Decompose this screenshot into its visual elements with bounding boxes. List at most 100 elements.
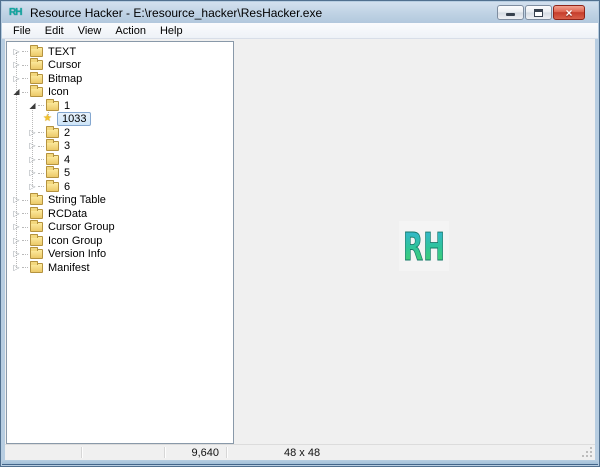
close-icon: × — [565, 7, 572, 19]
icon-preview: RH — [399, 221, 449, 271]
folder-icon — [30, 236, 43, 246]
title-bar[interactable]: RH Resource Hacker - E:\resource_hacker\… — [2, 2, 598, 23]
tree-item-label: Bitmap — [48, 73, 82, 85]
menu-edit[interactable]: Edit — [38, 24, 71, 38]
tree-item-label: TEXT — [48, 46, 76, 58]
expand-icon[interactable]: ▷ — [27, 182, 38, 192]
menu-help[interactable]: Help — [153, 24, 190, 38]
folder-icon — [30, 87, 43, 97]
folder-icon — [30, 74, 43, 84]
tree-item-icon-1-1033[interactable]: ★1033 — [7, 113, 233, 127]
connector — [22, 78, 28, 79]
connector — [38, 146, 44, 147]
menu-action[interactable]: Action — [108, 24, 153, 38]
status-divider — [226, 447, 227, 458]
star-icon: ★ — [43, 114, 56, 124]
tree-item-manifest[interactable]: ▷ Manifest — [7, 261, 233, 275]
menu-bar: File Edit View Action Help — [2, 23, 598, 39]
connector — [22, 227, 28, 228]
tree-item-text[interactable]: ▷ TEXT — [7, 45, 233, 59]
tree-item-icon-4[interactable]: ▷4 — [7, 153, 233, 167]
connector — [38, 173, 44, 174]
tree-item-label: RCData — [48, 208, 87, 220]
tree-item-label: 3 — [64, 140, 70, 152]
expand-icon[interactable]: ▷ — [27, 128, 38, 138]
tree-item-string-table[interactable]: ▷String Table — [7, 194, 233, 208]
rh-letters: RH — [403, 225, 445, 269]
tree-item-label: Icon Group — [48, 235, 102, 247]
folder-icon — [46, 128, 59, 138]
window-controls: × — [497, 5, 585, 20]
connector — [22, 254, 28, 255]
rh-icon-image: RH — [399, 221, 449, 271]
resource-hacker-window: RH Resource Hacker - E:\resource_hacker\… — [0, 0, 600, 467]
tree-item-icon-3[interactable]: ▷3 — [7, 140, 233, 154]
tree-item-label: Icon — [48, 86, 69, 98]
folder-icon — [46, 168, 59, 178]
tree-item-icon[interactable]: ◢ Icon — [7, 86, 233, 100]
resource-tree-panel: ▷ TEXT ▷ Cursor ▷ Bitmap ◢ Icon ◢1 ★1033 — [6, 41, 234, 444]
connector — [22, 267, 28, 268]
resource-size: 9,640 — [165, 447, 219, 459]
connector — [38, 159, 44, 160]
folder-icon — [46, 182, 59, 192]
connector — [38, 186, 44, 187]
expand-icon[interactable]: ▷ — [11, 222, 22, 232]
expand-icon[interactable]: ▷ — [11, 60, 22, 70]
folder-icon — [46, 101, 59, 111]
collapse-icon[interactable]: ◢ — [11, 87, 22, 97]
tree-item-label: 6 — [64, 181, 70, 193]
folder-icon — [30, 263, 43, 273]
close-button[interactable]: × — [553, 5, 585, 20]
maximize-button[interactable] — [525, 5, 552, 20]
tree-item-version-info[interactable]: ▷Version Info — [7, 248, 233, 262]
tree-item-bitmap[interactable]: ▷ Bitmap — [7, 72, 233, 86]
expand-icon[interactable]: ▷ — [27, 155, 38, 165]
tree-item-icon-group[interactable]: ▷ Icon Group — [7, 234, 233, 248]
folder-icon — [30, 195, 43, 205]
tree-item-icon-1[interactable]: ◢1 — [7, 99, 233, 113]
maximize-icon — [534, 9, 543, 17]
resource-tree: ▷ TEXT ▷ Cursor ▷ Bitmap ◢ Icon ◢1 ★1033 — [7, 42, 233, 275]
tree-item-label: Cursor — [48, 59, 81, 71]
status-divider — [81, 447, 82, 458]
collapse-icon[interactable]: ◢ — [27, 101, 38, 111]
tree-item-icon-2[interactable]: ▷2 — [7, 126, 233, 140]
expand-icon[interactable]: ▷ — [11, 195, 22, 205]
menu-view[interactable]: View — [71, 24, 109, 38]
expand-icon[interactable]: ▷ — [11, 74, 22, 84]
expand-icon[interactable]: ▷ — [11, 263, 22, 273]
status-bar: 9,640 48 x 48 — [5, 444, 595, 460]
expand-icon[interactable]: ▷ — [11, 47, 22, 57]
expand-icon[interactable]: ▷ — [11, 209, 22, 219]
connector — [22, 65, 28, 66]
window-border — [2, 460, 598, 465]
tree-item-rcdata[interactable]: ▷ RCData — [7, 207, 233, 221]
app-icon: RH — [9, 6, 25, 20]
tree-item-label: Cursor Group — [48, 221, 115, 233]
folder-icon — [30, 222, 43, 232]
content-area: ▷ TEXT ▷ Cursor ▷ Bitmap ◢ Icon ◢1 ★1033 — [5, 39, 595, 444]
folder-icon — [30, 47, 43, 57]
tree-item-label: 4 — [64, 154, 70, 166]
menu-file[interactable]: File — [6, 24, 38, 38]
minimize-button[interactable] — [497, 5, 524, 20]
expand-icon[interactable]: ▷ — [11, 249, 22, 259]
connector — [22, 51, 28, 52]
tree-item-cursor-group[interactable]: ▷ Cursor Group — [7, 221, 233, 235]
tree-item-label: 5 — [64, 167, 70, 179]
folder-icon — [30, 60, 43, 70]
tree-item-icon-5[interactable]: ▷5 — [7, 167, 233, 181]
resource-preview-panel: RH — [239, 41, 594, 443]
tree-item-icon-6[interactable]: ▷6 — [7, 180, 233, 194]
connector — [22, 92, 28, 93]
tree-item-label: Manifest — [48, 262, 90, 274]
expand-icon[interactable]: ▷ — [27, 168, 38, 178]
resize-grip[interactable] — [590, 455, 592, 457]
expand-icon[interactable]: ▷ — [27, 141, 38, 151]
connector — [22, 240, 28, 241]
folder-icon — [46, 155, 59, 165]
tree-item-label: 2 — [64, 127, 70, 139]
tree-item-cursor[interactable]: ▷ Cursor — [7, 59, 233, 73]
expand-icon[interactable]: ▷ — [11, 236, 22, 246]
